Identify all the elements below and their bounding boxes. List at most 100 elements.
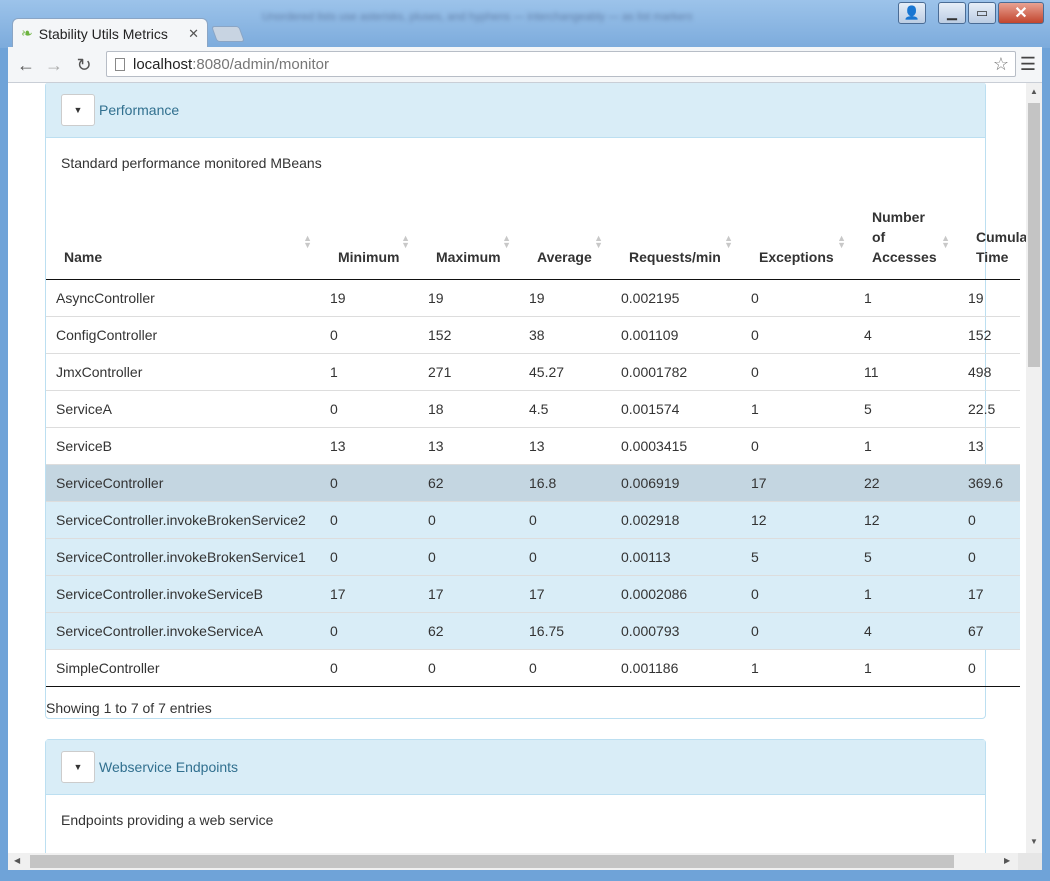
table-cell: ServiceB <box>46 426 320 464</box>
scroll-up-icon[interactable]: ▲ <box>1030 87 1038 96</box>
table-cell: 4.5 <box>519 389 611 427</box>
scroll-thumb[interactable] <box>30 855 954 868</box>
blurred-title-text: Unordered lists use asterisks, pluses, a… <box>262 11 692 23</box>
table-cell: 0 <box>519 648 611 687</box>
page-viewport: ▼ Performance Standard performance monit… <box>8 83 1042 853</box>
table-cell: ServiceA <box>46 389 320 427</box>
sort-icon: ▲ ▼ <box>303 232 312 250</box>
table-row[interactable]: ServiceController.invokeBrokenService2 0 0… <box>46 500 1020 538</box>
column-header-name[interactable]: Name ▲ ▼ <box>46 193 320 280</box>
minimize-icon[interactable]: ▁ <box>938 2 966 24</box>
close-tab-icon[interactable]: ✕ <box>188 26 199 42</box>
table-cell: 0 <box>320 500 418 538</box>
table-cell: 0.000793 <box>611 611 741 649</box>
table-cell: 0.001574 <box>611 389 741 427</box>
table-row[interactable]: ServiceController.invokeServiceA 0 62 16.75… <box>46 611 1020 649</box>
table-row[interactable]: AsyncController 19 19 19 0.002195 0 1 19 <box>46 278 1020 316</box>
scroll-left-icon[interactable]: ◀ <box>14 856 20 865</box>
menu-icon[interactable]: ☰ <box>1020 54 1036 75</box>
table-cell: 19 <box>958 278 1020 316</box>
table-row[interactable]: SimpleController 0 0 0 0.001186 1 1 0 <box>46 648 1020 687</box>
caret-down-icon: ▼ <box>73 105 83 115</box>
sort-icon: ▲ ▼ <box>502 232 511 250</box>
url-path: :8080/admin/monitor <box>192 55 329 73</box>
table-row[interactable]: ServiceB 13 13 13 0.0003415 0 1 13 <box>46 426 1020 464</box>
table-cell: 13 <box>958 426 1020 464</box>
panel-heading: ▼ Webservice Endpoints <box>46 740 985 795</box>
table-cell: 1 <box>854 574 958 612</box>
metrics-table: Name ▲ ▼ Minimum ▲ ▼ Maximum ▲ ▼ Average ▲ ▼ Req… <box>46 193 1042 687</box>
table-row[interactable]: ServiceController.invokeServiceB 17 17 17 0.… <box>46 574 1020 612</box>
close-window-icon[interactable]: ✕ <box>998 2 1044 24</box>
reload-icon[interactable]: ↻ <box>72 53 96 77</box>
panel-heading: ▼ Performance <box>46 83 985 138</box>
table-cell: 152 <box>958 315 1020 353</box>
table-cell: 17 <box>320 574 418 612</box>
table-cell: 0 <box>418 500 519 538</box>
browser-tab[interactable]: ❧ Stability Utils Metrics ✕ <box>12 18 208 48</box>
table-cell: 17 <box>741 463 854 501</box>
sort-icon: ▲ ▼ <box>724 232 733 250</box>
column-header-exceptions[interactable]: Exceptions ▲ ▼ <box>741 193 854 280</box>
column-header-requests-per-min[interactable]: Requests/min ▲ ▼ <box>611 193 741 280</box>
table-cell: 12 <box>741 500 854 538</box>
panel-title[interactable]: Webservice Endpoints <box>99 759 238 775</box>
tab-title: Stability Utils Metrics <box>38 25 168 42</box>
table-cell: 16.8 <box>519 463 611 501</box>
window-controls: 👤 ▁ ▭ ✕ <box>896 2 1044 24</box>
table-cell: ServiceController <box>46 463 320 501</box>
table-cell: 0.001109 <box>611 315 741 353</box>
table-row[interactable]: ServiceController.invokeBrokenService1 0 0… <box>46 537 1020 575</box>
sort-icon: ▲ ▼ <box>594 232 603 250</box>
table-cell: 13 <box>519 426 611 464</box>
address-bar[interactable]: localhost:8080/admin/monitor ☆ <box>106 51 1016 77</box>
table-cell: 0 <box>418 648 519 687</box>
table-cell: 1 <box>320 352 418 390</box>
column-header-average[interactable]: Average ▲ ▼ <box>519 193 611 280</box>
table-header-row: Name ▲ ▼ Minimum ▲ ▼ Maximum ▲ ▼ Average ▲ ▼ Req… <box>46 193 1042 280</box>
table-cell: 0 <box>320 537 418 575</box>
table-cell: 0 <box>320 611 418 649</box>
collapse-toggle-button[interactable]: ▼ <box>61 751 95 783</box>
collapse-toggle-button[interactable]: ▼ <box>61 94 95 126</box>
table-row[interactable]: JmxController 1 271 45.27 0.0001782 0 11 498 <box>46 352 1020 390</box>
table-cell: 22 <box>854 463 958 501</box>
table-cell: 11 <box>854 352 958 390</box>
bookmark-star-icon[interactable]: ☆ <box>993 54 1009 75</box>
table-cell: 4 <box>854 611 958 649</box>
back-arrow-icon[interactable]: ← <box>14 53 38 77</box>
title-bar: ❧ Stability Utils Metrics ✕ Unordered li… <box>0 0 1050 48</box>
vertical-scrollbar[interactable]: ▲ ▼ <box>1026 83 1042 853</box>
panel-title[interactable]: Performance <box>99 102 179 118</box>
scrollbar-corner <box>1018 853 1042 870</box>
column-header-cumulative-time[interactable]: Cumulative Time <box>958 193 1042 280</box>
panel-description: Standard performance monitored MBeans <box>61 155 322 171</box>
column-header-minimum[interactable]: Minimum ▲ ▼ <box>320 193 418 280</box>
table-cell: 5 <box>741 537 854 575</box>
table-cell: 4 <box>854 315 958 353</box>
table-cell: 1 <box>854 278 958 316</box>
panel-description: Endpoints providing a web service <box>61 812 274 828</box>
scroll-right-icon[interactable]: ▶ <box>1004 856 1010 865</box>
scroll-thumb[interactable] <box>1028 103 1040 367</box>
new-tab-button[interactable] <box>211 26 245 42</box>
table-row[interactable]: ServiceController 0 62 16.8 0.006919 17 22 369.… <box>46 463 1020 501</box>
forward-arrow-icon[interactable]: → <box>42 53 66 77</box>
table-cell: 0 <box>320 315 418 353</box>
table-cell: ConfigController <box>46 315 320 353</box>
table-cell: 0 <box>519 500 611 538</box>
table-row[interactable]: ServiceA 0 18 4.5 0.001574 1 5 22.5 <box>46 389 1020 427</box>
horizontal-scrollbar[interactable]: ◀ ▶ <box>8 853 1018 870</box>
column-header-maximum[interactable]: Maximum ▲ ▼ <box>418 193 519 280</box>
maximize-icon[interactable]: ▭ <box>968 2 996 24</box>
window-bottom-border <box>0 870 1050 881</box>
table-body: AsyncController 19 19 19 0.002195 0 1 19 ConfigC… <box>46 278 1020 687</box>
scroll-down-icon[interactable]: ▼ <box>1030 837 1038 846</box>
column-header-number-of-accesses[interactable]: Number of Accesses ▲ ▼ <box>854 193 958 280</box>
user-icon[interactable]: 👤 <box>898 2 926 24</box>
table-cell: 62 <box>418 611 519 649</box>
table-cell: 0 <box>741 352 854 390</box>
table-cell: AsyncController <box>46 278 320 316</box>
table-cell: ServiceController.invokeBrokenService1 <box>46 537 320 575</box>
table-row[interactable]: ConfigController 0 152 38 0.001109 0 4 152 <box>46 315 1020 353</box>
